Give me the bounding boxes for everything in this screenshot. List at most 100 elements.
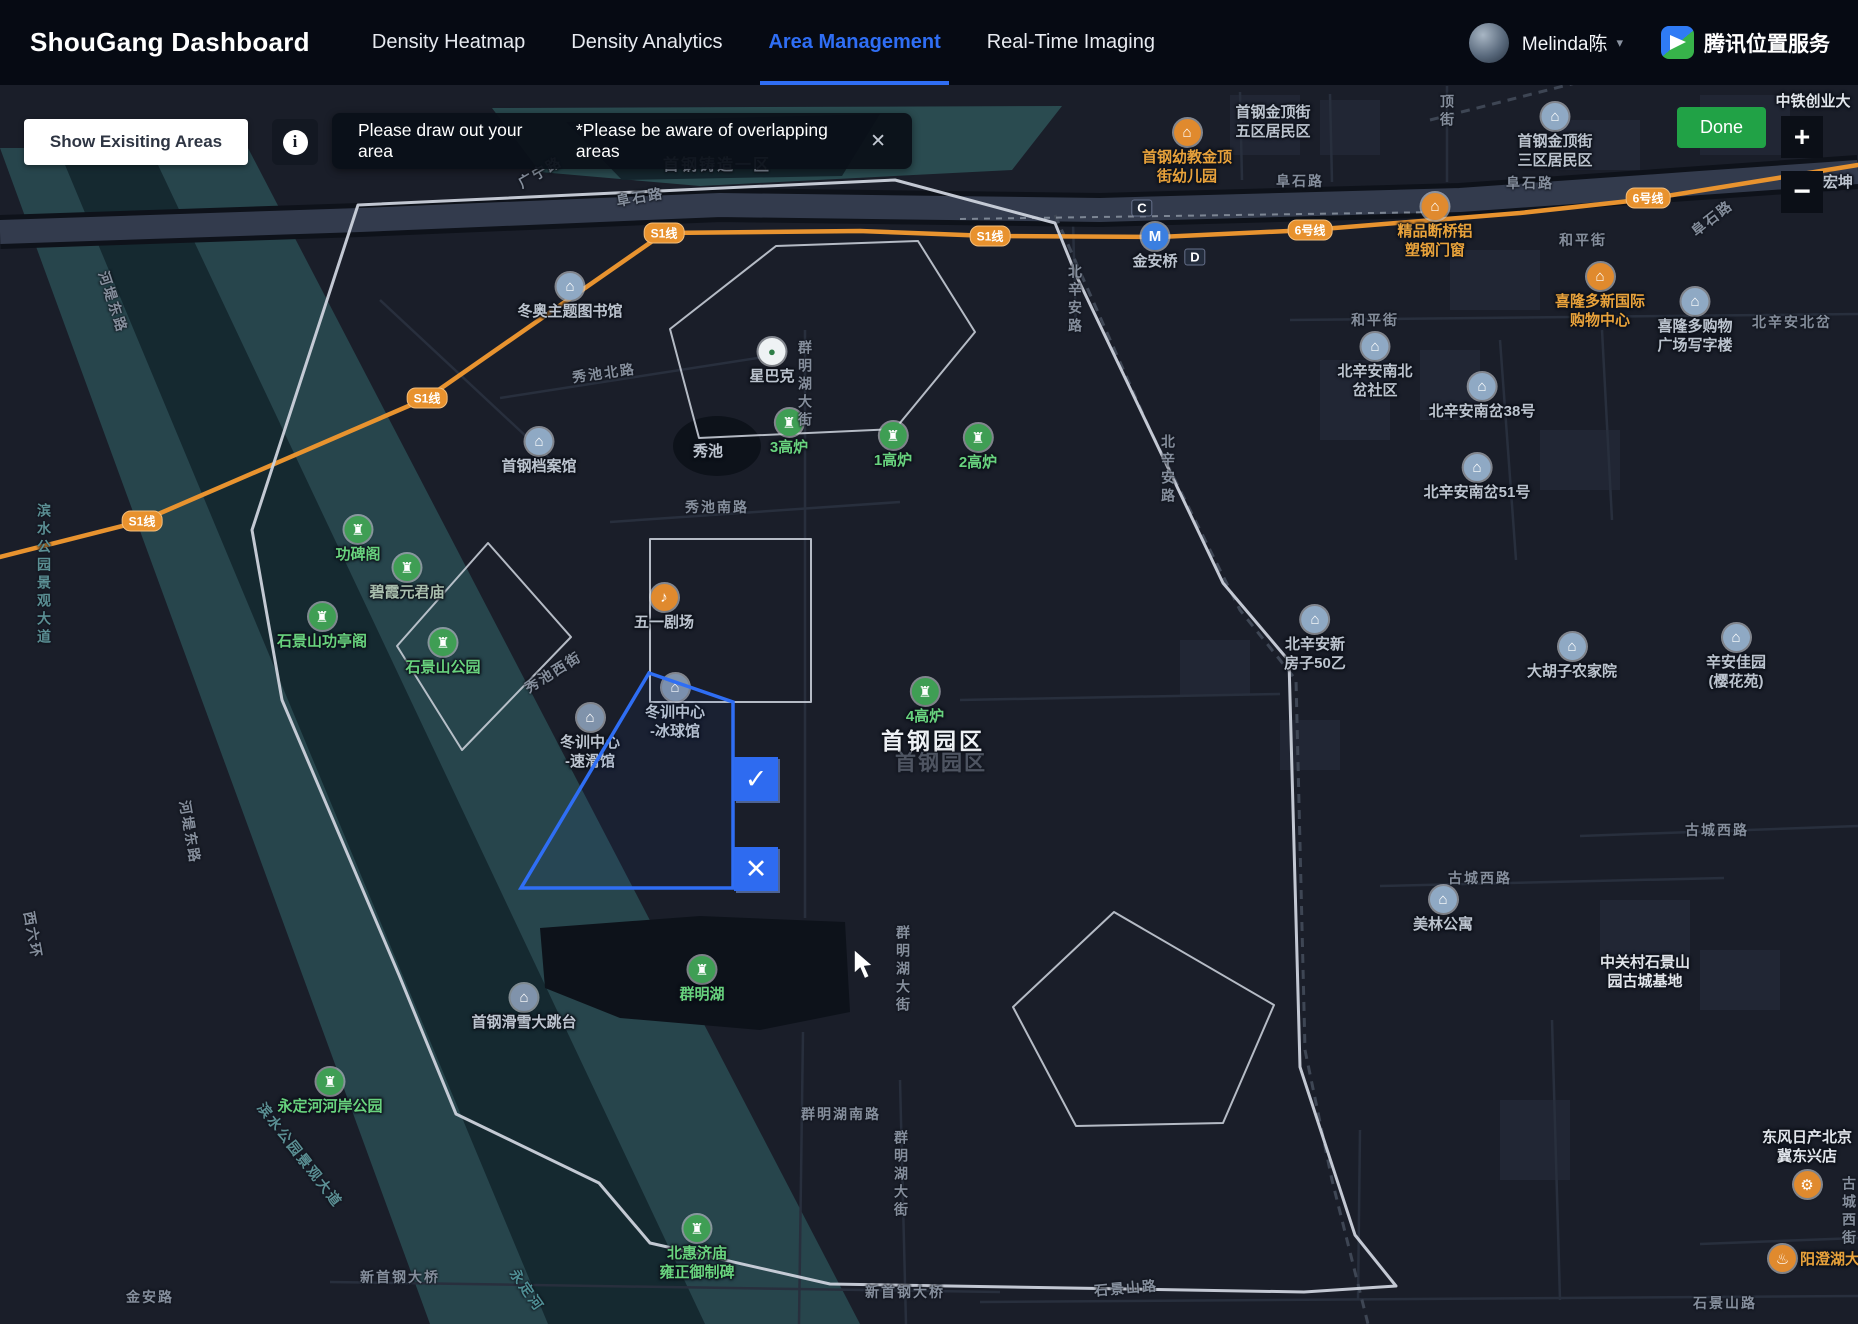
zoom-out-button[interactable]: −: [1781, 171, 1823, 213]
map-poi: ♜ 4高炉: [906, 678, 944, 726]
map-poi-label: 广场写字楼: [1657, 337, 1733, 354]
road-label: 阜石路: [1688, 196, 1736, 240]
tab-area-management[interactable]: Area Management: [760, 0, 950, 85]
app-screen: ♜ 功碑阁 ♜ 碧霞元君庙 ♜ 石景山功亭阁 ♜ 石景山公园 ♜ 3高炉 ♜ 1高炉 ♜ 2高炉 ♜ 4高炉 ♜…: [0, 0, 1858, 1324]
map-poi-label: 中关村石景山: [1599, 954, 1691, 971]
map-poi-label: 五区居民区: [1235, 123, 1311, 140]
map-poi: ⌂ 美林公寓: [1413, 886, 1473, 934]
map-poi-label: 秀池: [692, 443, 724, 460]
map-poi: ♜ 2高炉: [959, 424, 997, 472]
user-name[interactable]: Melinda陈: [1522, 29, 1608, 56]
road-label: 永定河: [506, 1265, 548, 1315]
road-label: 顶街: [1439, 94, 1455, 130]
road-label: 滨水公园景观大道: [36, 503, 52, 647]
map-poi: ♜ 石景山公园: [405, 629, 481, 677]
map-poi-label: 辛安佳园: [1705, 654, 1767, 671]
metro-line-badge: 6号线: [1287, 219, 1333, 241]
done-button[interactable]: Done: [1677, 107, 1766, 148]
app-header: ShouGang Dashboard Density Heatmap Densit…: [0, 0, 1858, 85]
shopping-icon: ⌂: [1586, 263, 1614, 290]
map-poi-label: 北惠济庙: [666, 1245, 728, 1262]
map-poi-label: 冬奥主题图书馆: [517, 303, 623, 320]
map-poi-label: 石景山公园: [405, 659, 481, 676]
map-poi-label: 冬训中心: [559, 734, 621, 751]
map-poi-label: (樱花苑): [1708, 673, 1764, 690]
temple-icon: ♜: [344, 516, 372, 543]
metro-line-badge: S1线: [643, 222, 685, 244]
road-label: 和平街: [1559, 232, 1607, 248]
map-poi: ♜ 北惠济庙 雍正御制碑: [659, 1215, 735, 1282]
house-icon: ⌂: [1541, 103, 1569, 130]
tab-density-analytics[interactable]: Density Analytics: [571, 0, 722, 85]
map-poi-label: 房子50乙: [1284, 655, 1346, 672]
road-label: 秀池北路: [571, 360, 637, 386]
map-poi-label: 雍正御制碑: [659, 1264, 735, 1281]
music-icon: ♪: [650, 584, 678, 611]
road-label: 河堤东路: [176, 799, 204, 865]
food-icon: ♨: [1769, 1245, 1796, 1272]
road-label: 北辛安路: [1067, 264, 1083, 336]
road-label: 石景山路: [1693, 1295, 1757, 1311]
map-poi: ⌂ 冬奥主题图书馆: [517, 273, 623, 321]
road-label: 和平街: [1351, 312, 1399, 328]
map-poi-label: 永定河河岸公园: [277, 1098, 383, 1115]
show-existing-areas-button[interactable]: Show Exisiting Areas: [24, 119, 248, 165]
map-poi-label: 北辛安新: [1284, 636, 1345, 653]
map-poi: 中铁创业大: [1775, 92, 1850, 111]
chevron-down-icon[interactable]: ▾: [1616, 35, 1623, 51]
house-icon: ⌂: [1301, 606, 1329, 633]
map-poi-label: 街幼儿园: [1156, 168, 1218, 185]
map-poi-label: 购物中心: [1569, 312, 1631, 329]
metro-line-badge: 6号线: [1625, 187, 1671, 209]
shop-icon: ⌂: [1421, 193, 1449, 220]
house-icon: ⌂: [1468, 373, 1496, 400]
map-poi: ⌂ 大胡子农家院: [1527, 633, 1617, 681]
map-poi-label: 3高炉: [769, 439, 809, 456]
road-label: 古城西路: [1685, 822, 1749, 838]
stadium-icon: ⌂: [510, 984, 538, 1011]
brand-name: 腾讯位置服务: [1704, 32, 1830, 56]
map-poi-label: 喜隆多新国际: [1554, 293, 1646, 310]
map-poi: ♪ 五一剧场: [634, 584, 694, 632]
road-label: 石景山路: [1093, 1277, 1159, 1299]
map-poi-label: 1高炉: [873, 452, 913, 469]
map-poi: ⌂ 首钢幼教金顶 街幼儿园: [1142, 119, 1232, 186]
map-poi-label: 北辛安南岔38号: [1428, 403, 1536, 420]
road-label: 秀池西街: [521, 648, 585, 696]
metro-line-badge: S1线: [406, 387, 448, 409]
temple-icon: ♜: [308, 603, 336, 630]
library-icon: ⌂: [556, 273, 584, 300]
zoom-in-button[interactable]: +: [1781, 116, 1823, 158]
tab-real-time-imaging[interactable]: Real-Time Imaging: [987, 0, 1155, 85]
nav-tabs: Density Heatmap Density Analytics Area Man…: [372, 0, 1155, 85]
road-label: 西六环: [20, 909, 46, 961]
app-title: ShouGang Dashboard: [30, 27, 310, 57]
map-poi: ♜ 碧霞元君庙: [369, 554, 445, 602]
map-poi: ⌂ 冬训中心 -冰球馆: [645, 674, 705, 741]
header-right: Melinda陈 ▾ 腾讯位置服务: [1468, 22, 1830, 63]
info-chip[interactable]: i: [272, 119, 318, 165]
map-poi-label: 首钢园区: [881, 728, 985, 754]
map-poi-label: 岔社区: [1352, 382, 1398, 399]
temple-icon: ♜: [688, 956, 716, 983]
mouse-cursor: [853, 948, 875, 981]
map-poi-label: 首钢档案馆: [501, 458, 577, 475]
overlap-warning-text: *Please be aware of overlapping areas: [575, 120, 828, 161]
map-poi: ⌂ 喜隆多购物 广场写字楼: [1657, 288, 1733, 355]
confirm-area-button[interactable]: ✓: [734, 757, 778, 801]
cancel-area-button[interactable]: ✕: [734, 847, 778, 891]
map-poi-label: 群明湖: [679, 986, 725, 1003]
map-poi-label: 喜隆多购物: [1657, 318, 1733, 335]
map-poi-label: 首钢滑雪大跳台: [471, 1014, 577, 1031]
map-poi: ⌂ 北辛安新房子50乙: [1284, 606, 1346, 673]
temple-icon: ♜: [393, 554, 421, 581]
metro-entrance-badge: C: [1131, 199, 1153, 217]
road-label: 阜石路: [1506, 175, 1554, 191]
map-poi: ♜ 永定河河岸公园: [277, 1068, 383, 1116]
map-poi-label: 首钢金顶街: [1235, 104, 1311, 121]
avatar[interactable]: [1468, 22, 1509, 63]
close-icon[interactable]: ✕: [870, 130, 886, 153]
tab-density-heatmap[interactable]: Density Heatmap: [372, 0, 525, 85]
temple-icon: ♜: [316, 1068, 344, 1095]
map-poi-label: 冬训中心: [644, 704, 706, 721]
